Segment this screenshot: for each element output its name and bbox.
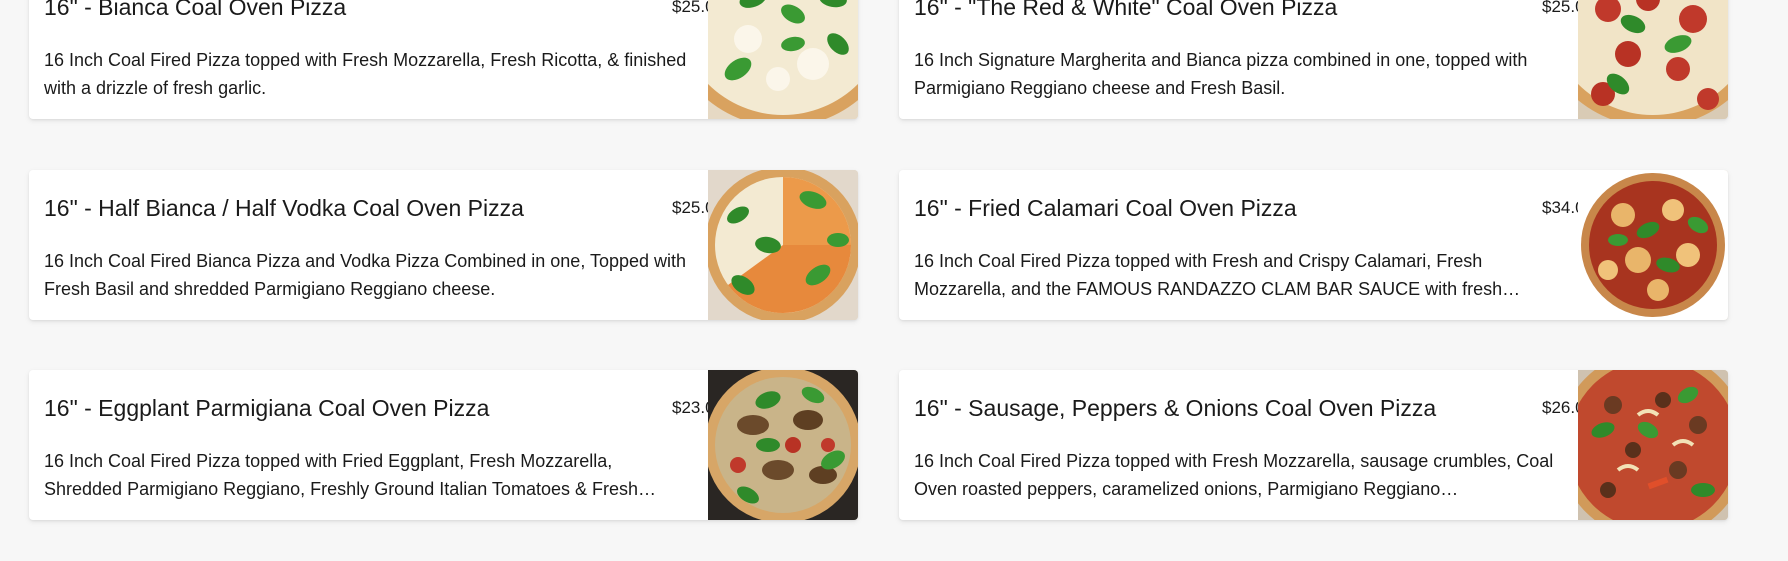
bianca-pizza-photo[interactable] <box>708 0 858 119</box>
menu-item-name: 16" - "The Red & White" Coal Oven Pizza <box>914 0 1338 20</box>
menu-item-text: 16" - Half Bianca / Half Vodka Coal Oven… <box>44 170 724 320</box>
menu-item-text: 16" - Fried Calamari Coal Oven Pizza $34… <box>914 170 1594 320</box>
menu-item-description: 16 Inch Coal Fired Pizza topped with Fre… <box>914 451 1554 499</box>
menu-item-description: 16 Inch Coal Fired Bianca Pizza and Vodk… <box>44 251 687 299</box>
menu-item-card[interactable]: 16" - Fried Calamari Coal Oven Pizza $34… <box>899 170 1728 320</box>
menu-item-card[interactable]: 16" - Sausage, Peppers & Onions Coal Ove… <box>899 370 1728 520</box>
menu-item-text: 16" - Eggplant Parmigiana Coal Oven Pizz… <box>44 370 724 520</box>
menu-item-description: 16 Inch Coal Fired Pizza topped with Fre… <box>44 50 687 98</box>
menu-item-name: 16" - Sausage, Peppers & Onions Coal Ove… <box>914 395 1437 421</box>
menu-item-text: 16" - Bianca Coal Oven Pizza $25.00 16 I… <box>44 0 724 119</box>
menu-item-name: 16" - Eggplant Parmigiana Coal Oven Pizz… <box>44 395 490 421</box>
menu-item-name: 16" - Fried Calamari Coal Oven Pizza <box>914 195 1297 221</box>
menu-item-description: 16 Inch Coal Fired Pizza topped with Fre… <box>914 251 1521 299</box>
menu-item-card[interactable]: 16" - "The Red & White" Coal Oven Pizza … <box>899 0 1728 119</box>
menu-grid: 16" - Bianca Coal Oven Pizza $25.00 16 I… <box>0 0 1788 561</box>
menu-item-name: 16" - Bianca Coal Oven Pizza <box>44 0 347 20</box>
menu-item-card[interactable]: 16" - Bianca Coal Oven Pizza $25.00 16 I… <box>29 0 858 119</box>
menu-item-card[interactable]: 16" - Eggplant Parmigiana Coal Oven Pizz… <box>29 370 858 520</box>
eggplant-parmigiana-pizza-photo[interactable] <box>708 370 858 520</box>
menu-item-text: 16" - Sausage, Peppers & Onions Coal Ove… <box>914 370 1594 520</box>
menu-item-name: 16" - Half Bianca / Half Vodka Coal Oven… <box>44 195 524 221</box>
menu-item-description: 16 Inch Signature Margherita and Bianca … <box>914 50 1528 98</box>
menu-item-text: 16" - "The Red & White" Coal Oven Pizza … <box>914 0 1594 119</box>
menu-item-card[interactable]: 16" - Half Bianca / Half Vodka Coal Oven… <box>29 170 858 320</box>
sausage-peppers-onions-pizza-photo[interactable] <box>1578 370 1728 520</box>
half-bianca-half-vodka-pizza-photo[interactable] <box>708 170 858 320</box>
fried-calamari-pizza-photo[interactable] <box>1578 170 1728 320</box>
red-and-white-pizza-photo[interactable] <box>1578 0 1728 119</box>
menu-item-description: 16 Inch Coal Fired Pizza topped with Fri… <box>44 451 656 499</box>
